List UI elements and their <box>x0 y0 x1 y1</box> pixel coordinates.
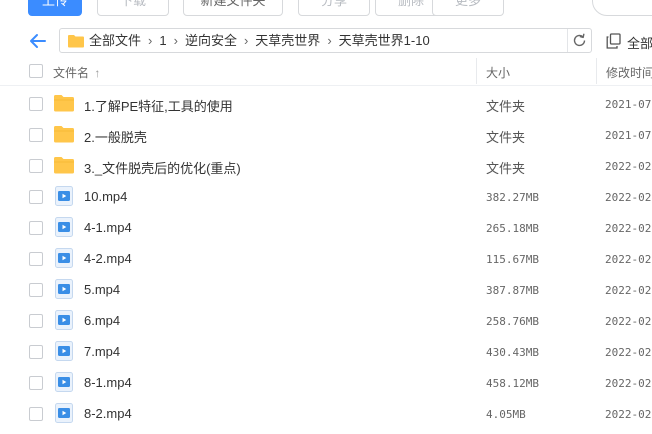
video-file-icon <box>55 248 73 273</box>
file-name[interactable]: 4-2.mp4 <box>84 251 132 266</box>
row-checkbox[interactable] <box>29 345 43 359</box>
breadcrumb-separator: › <box>327 33 332 48</box>
breadcrumb-item-all-files[interactable]: 全部文件 <box>89 33 141 48</box>
file-row[interactable]: 8-2.mp4 4.05MB 2022-02- <box>0 398 652 429</box>
copy-icon <box>606 33 621 52</box>
video-file-icon <box>55 217 73 242</box>
file-size: 115.67MB <box>486 253 539 266</box>
file-row[interactable]: 4-2.mp4 115.67MB 2022-02- <box>0 243 652 274</box>
file-name[interactable]: 10.mp4 <box>84 189 127 204</box>
file-row[interactable]: 7.mp4 430.43MB 2022-02- <box>0 336 652 367</box>
file-size: 458.12MB <box>486 377 539 390</box>
row-checkbox[interactable] <box>29 252 43 266</box>
address-bar: 全部文件 › 1 › 逆向安全 › 天草壳世界 › 天草壳世界1-10 <box>59 28 592 53</box>
breadcrumb-item-tiancao-world[interactable]: 天草壳世界 <box>255 33 320 48</box>
folder-icon <box>54 94 74 117</box>
row-checkbox[interactable] <box>29 128 43 142</box>
file-modified-date: 2021-07- <box>605 129 652 142</box>
row-checkbox[interactable] <box>29 190 43 204</box>
search-input[interactable] <box>592 0 652 16</box>
file-size: 258.76MB <box>486 315 539 328</box>
file-size: 4.05MB <box>486 408 526 421</box>
column-header-modified[interactable]: 修改时间 <box>606 64 652 81</box>
file-modified-date: 2022-02- <box>605 377 652 390</box>
video-file-icon <box>55 372 73 397</box>
row-checkbox[interactable] <box>29 221 43 235</box>
breadcrumb: 全部文件 › 1 › 逆向安全 › 天草壳世界 › 天草壳世界1-10 <box>89 29 430 52</box>
file-name[interactable]: 3._文件脱壳后的优化(重点) <box>84 158 241 177</box>
select-all-checkbox[interactable] <box>29 64 43 78</box>
file-modified-date: 2022-02- <box>605 408 652 421</box>
file-size: 265.18MB <box>486 222 539 235</box>
file-row[interactable]: 10.mp4 382.27MB 2022-02- <box>0 181 652 212</box>
file-name[interactable]: 5.mp4 <box>84 282 120 297</box>
file-size: 387.87MB <box>486 284 539 297</box>
more-button[interactable]: 更多 <box>432 0 504 16</box>
file-size: 382.27MB <box>486 191 539 204</box>
breadcrumb-item-current[interactable]: 天草壳世界1-10 <box>339 33 430 48</box>
column-header-name[interactable]: 文件名 ↑ <box>53 64 100 81</box>
back-arrow-icon[interactable] <box>28 31 48 51</box>
file-modified-date: 2021-07- <box>605 98 652 111</box>
file-modified-date: 2022-02- <box>605 160 652 173</box>
file-row[interactable]: 2.一般脱壳 文件夹 2021-07- <box>0 119 652 150</box>
video-file-icon <box>55 279 73 304</box>
row-checkbox[interactable] <box>29 283 43 297</box>
file-row[interactable]: 8-1.mp4 458.12MB 2022-02- <box>0 367 652 398</box>
column-divider[interactable] <box>476 58 477 84</box>
file-row[interactable]: 6.mp4 258.76MB 2022-02- <box>0 305 652 336</box>
row-checkbox[interactable] <box>29 407 43 421</box>
file-name[interactable]: 2.一般脱壳 <box>84 127 147 146</box>
file-size: 文件夹 <box>486 99 526 114</box>
file-size: 文件夹 <box>486 130 526 145</box>
file-row[interactable]: 3._文件脱壳后的优化(重点) 文件夹 2022-02- <box>0 150 652 181</box>
column-header-size[interactable]: 大小 <box>486 64 510 81</box>
row-checkbox[interactable] <box>29 314 43 328</box>
breadcrumb-item-1[interactable]: 1 <box>159 33 166 48</box>
download-button[interactable]: 下载 <box>97 0 169 16</box>
file-row[interactable]: 1.了解PE特征,工具的使用 文件夹 2021-07- <box>0 88 652 119</box>
file-name[interactable]: 7.mp4 <box>84 344 120 359</box>
folder-icon <box>54 156 74 179</box>
breadcrumb-separator: › <box>148 33 153 48</box>
sort-ascending-icon: ↑ <box>94 66 101 80</box>
file-name[interactable]: 1.了解PE特征,工具的使用 <box>84 96 233 115</box>
copy-path-label: 全部 <box>627 36 652 51</box>
breadcrumb-separator: › <box>243 33 249 48</box>
video-file-icon <box>55 310 73 335</box>
file-row[interactable]: 4-1.mp4 265.18MB 2022-02- <box>0 212 652 243</box>
file-name[interactable]: 4-1.mp4 <box>84 220 132 235</box>
file-modified-date: 2022-02- <box>605 284 652 297</box>
folder-icon <box>54 125 74 148</box>
file-modified-date: 2022-02- <box>605 222 652 235</box>
file-name[interactable]: 8-2.mp4 <box>84 406 132 421</box>
file-name[interactable]: 6.mp4 <box>84 313 120 328</box>
file-name[interactable]: 8-1.mp4 <box>84 375 132 390</box>
file-size: 430.43MB <box>486 346 539 359</box>
column-divider[interactable] <box>596 58 597 84</box>
file-modified-date: 2022-02- <box>605 253 652 266</box>
folder-icon <box>68 34 84 53</box>
breadcrumb-item-reverse-security[interactable]: 逆向安全 <box>185 33 237 48</box>
row-checkbox[interactable] <box>29 97 43 111</box>
refresh-icon[interactable] <box>567 29 590 52</box>
new-folder-button[interactable]: 新建文件夹 <box>183 0 283 16</box>
file-size: 文件夹 <box>486 161 526 176</box>
file-modified-date: 2022-02- <box>605 315 652 328</box>
video-file-icon <box>55 341 73 366</box>
file-modified-date: 2022-02- <box>605 346 652 359</box>
breadcrumb-separator: › <box>173 33 178 48</box>
toolbar: 上传 下载 新建文件夹 分享 删除 更多 <box>0 0 652 16</box>
share-button[interactable]: 分享 <box>298 0 370 16</box>
file-modified-date: 2022-02- <box>605 191 652 204</box>
column-header-name-label: 文件名 <box>53 66 90 80</box>
video-file-icon <box>55 403 73 428</box>
row-checkbox[interactable] <box>29 159 43 173</box>
file-list-header: 文件名 ↑ 大小 修改时间 <box>0 56 652 86</box>
upload-button[interactable]: 上传 <box>28 0 82 16</box>
row-checkbox[interactable] <box>29 376 43 390</box>
file-row[interactable]: 5.mp4 387.87MB 2022-02- <box>0 274 652 305</box>
video-file-icon <box>55 186 73 211</box>
